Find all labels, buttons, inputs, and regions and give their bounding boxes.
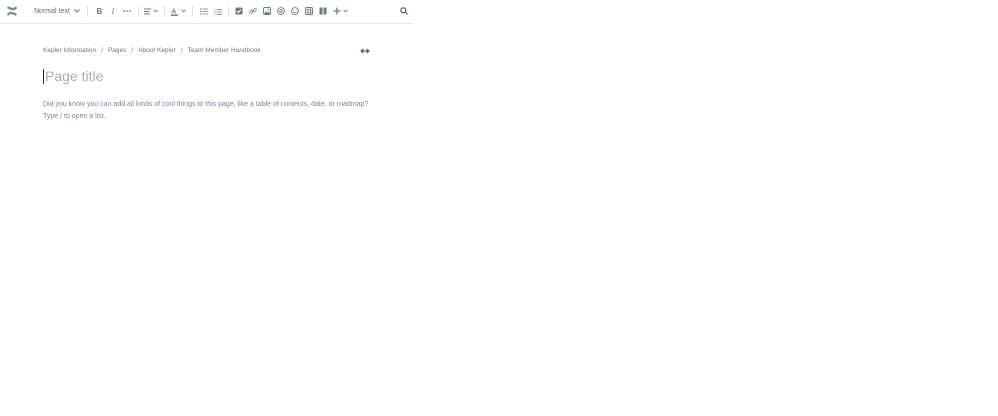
breadcrumb-separator: / [101,47,103,54]
image-icon [263,7,271,15]
confluence-logo[interactable] [6,4,18,18]
breadcrumb: Kepler Information / Pages / About Keple… [43,47,261,54]
insert-plus-icon [333,7,340,15]
breadcrumb-separator: / [180,47,183,54]
more-formatting-button[interactable] [121,4,133,18]
editor-toolbar: Normal text B I A 123 [0,0,413,24]
breadcrumb-item[interactable]: Pages [108,47,126,54]
text-cursor [43,68,44,84]
chevron-down-icon [73,9,80,13]
emoji-button[interactable] [290,4,300,18]
bold-button[interactable]: B [94,4,104,18]
link-icon [249,8,257,14]
breadcrumb-item[interactable]: Kepler Information [43,47,96,54]
image-button[interactable] [262,4,272,18]
breadcrumb-item[interactable]: About Kepler [138,47,176,54]
chevron-down-icon [342,9,348,13]
layout-button[interactable] [318,4,328,18]
mention-button[interactable] [276,4,286,18]
table-icon [305,7,313,15]
full-width-toggle-button[interactable] [359,45,371,57]
chevron-down-icon [153,9,158,13]
toolbar-divider [228,6,229,17]
italic-button[interactable]: I [108,4,118,18]
text-color-icon: A [170,8,178,16]
text-color-dropdown[interactable]: A [170,4,186,18]
numbered-list-icon: 123 [214,8,222,15]
toolbar-divider [87,6,88,17]
align-icon [144,8,151,14]
toolbar-divider [138,6,139,17]
body-placeholder-line: Did you know you can add all kinds of co… [43,101,369,108]
search-icon [400,7,408,15]
table-button[interactable] [304,4,314,18]
text-style-dropdown[interactable]: Normal text [30,4,80,18]
bold-icon: B [96,7,102,15]
toolbar-divider [164,6,165,17]
page-title-placeholder: Page title [45,68,104,84]
bullet-list-icon [200,7,208,15]
more-formatting-icon [123,10,131,12]
body-placeholder-line: Type / to open a list. [43,112,106,120]
numbered-list-button[interactable]: 123 [213,4,223,18]
layout-icon [319,7,327,15]
emoji-icon [291,7,299,15]
svg-text:I: I [110,7,114,15]
svg-text:A: A [171,8,176,15]
task-button[interactable] [234,4,244,18]
search-button[interactable] [399,4,409,18]
bullet-list-button[interactable] [199,4,209,18]
editor-body[interactable]: Did you know you can add all kinds of co… [43,99,368,122]
alignment-dropdown[interactable] [143,4,159,18]
italic-icon: I [110,7,114,15]
toolbar-divider [192,6,193,17]
chevron-down-icon [180,9,186,13]
insert-dropdown[interactable] [332,4,348,18]
mention-icon [277,7,285,15]
task-icon [235,7,243,15]
breadcrumb-separator: / [131,47,134,54]
breadcrumb-item[interactable]: Team Member Handbook [188,47,261,54]
text-style-label: Normal text [34,7,70,15]
page-title-field[interactable]: Page title [43,68,103,84]
svg-text:B: B [96,7,102,15]
expand-width-icon [360,48,370,54]
link-button[interactable] [248,4,258,18]
svg-text:3: 3 [214,12,216,15]
